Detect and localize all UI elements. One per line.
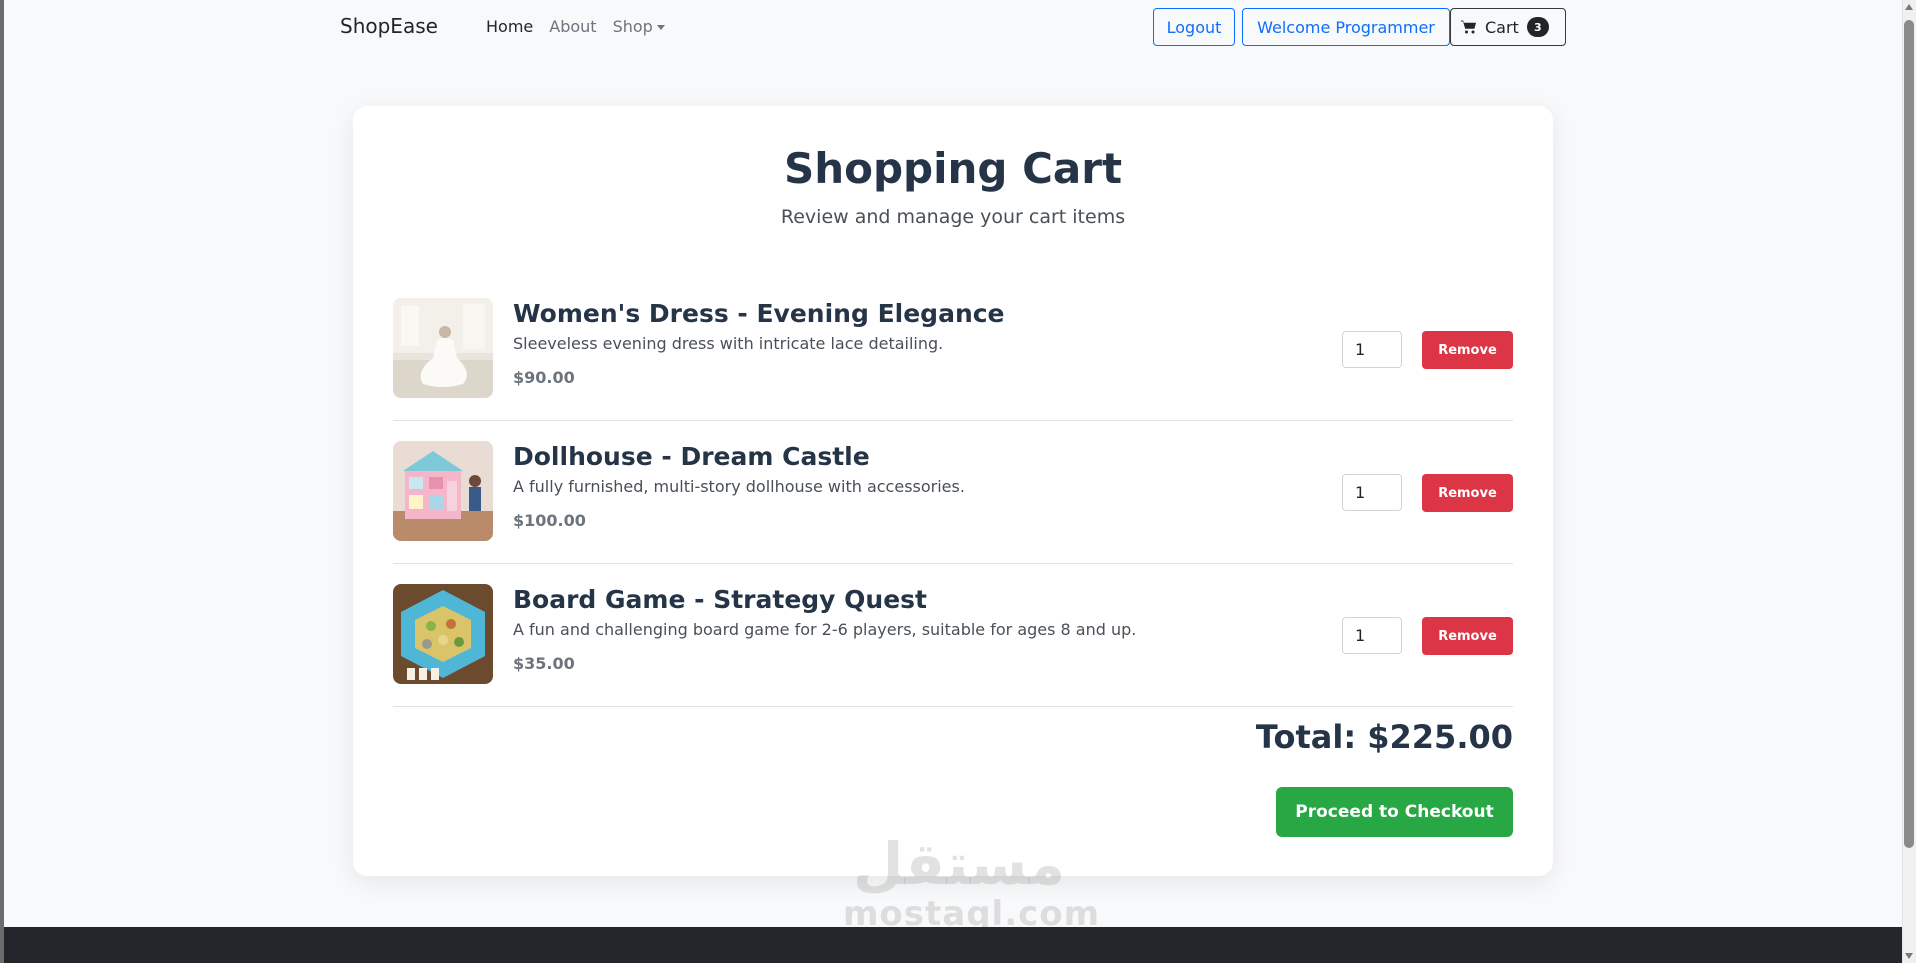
cart-card: Shopping Cart Review and manage your car… [353,106,1553,876]
cart-total: Total: $225.00 [1255,718,1513,756]
product-image-board-game[interactable] [393,584,493,684]
scrollbar-thumb[interactable] [1904,20,1914,848]
cart-item: Women's Dress - Evening Elegance Sleevel… [393,278,1513,421]
remove-button[interactable]: Remove [1422,617,1513,655]
watermark: مستقل mostaql.com [843,830,1099,932]
product-image-dollhouse[interactable] [393,441,493,541]
watermark-arabic: مستقل [852,830,1066,898]
item-price: $90.00 [513,368,575,387]
footer [4,927,1902,963]
caret-down-icon [656,25,665,30]
remove-button[interactable]: Remove [1422,474,1513,512]
nav-actions: Logout Welcome Programmer Cart 3 [1153,8,1566,46]
item-description: Sleeveless evening dress with intricate … [513,334,944,353]
window-left-border [0,0,4,963]
quantity-input[interactable] [1342,474,1402,511]
cart-item: Dollhouse - Dream Castle A fully furnish… [393,421,1513,564]
nav-links: Home About Shop [486,17,665,36]
brand-logo[interactable]: ShopEase [340,14,438,38]
item-price: $35.00 [513,654,575,673]
cart-count-badge: 3 [1526,17,1549,37]
cart-icon [1461,20,1476,34]
logout-button[interactable]: Logout [1153,8,1235,46]
cart-item: Board Game - Strategy Quest A fun and ch… [393,564,1513,707]
nav-link-shop-label: Shop [612,17,653,36]
cart-label: Cart [1485,17,1519,37]
product-image-dress[interactable] [393,298,493,398]
nav-link-about[interactable]: About [549,17,596,36]
scrollbar[interactable] [1902,0,1916,963]
nav-link-home[interactable]: Home [486,17,533,36]
scroll-up-icon[interactable] [1905,4,1913,10]
page-title: Shopping Cart [783,144,1123,193]
item-name: Women's Dress - Evening Elegance [513,299,1005,328]
item-price: $100.00 [513,511,586,530]
scroll-down-icon[interactable] [1905,953,1913,959]
page-subtitle: Review and manage your cart items [780,206,1126,228]
quantity-input[interactable] [1342,617,1402,654]
quantity-input[interactable] [1342,331,1402,368]
item-name: Dollhouse - Dream Castle [513,442,870,471]
remove-button[interactable]: Remove [1422,331,1513,369]
checkout-button[interactable]: Proceed to Checkout [1276,787,1513,837]
item-name: Board Game - Strategy Quest [513,585,928,614]
item-divider [393,706,1513,707]
navbar: ShopEase Home About Shop Logout Welcome … [0,0,1902,54]
nav-link-shop-dropdown[interactable]: Shop [613,17,665,36]
cart-button[interactable]: Cart 3 [1450,8,1566,46]
item-description: A fun and challenging board game for 2-6… [513,620,1137,639]
item-description: A fully furnished, multi-story dollhouse… [513,477,965,496]
welcome-user-button[interactable]: Welcome Programmer [1242,8,1450,46]
